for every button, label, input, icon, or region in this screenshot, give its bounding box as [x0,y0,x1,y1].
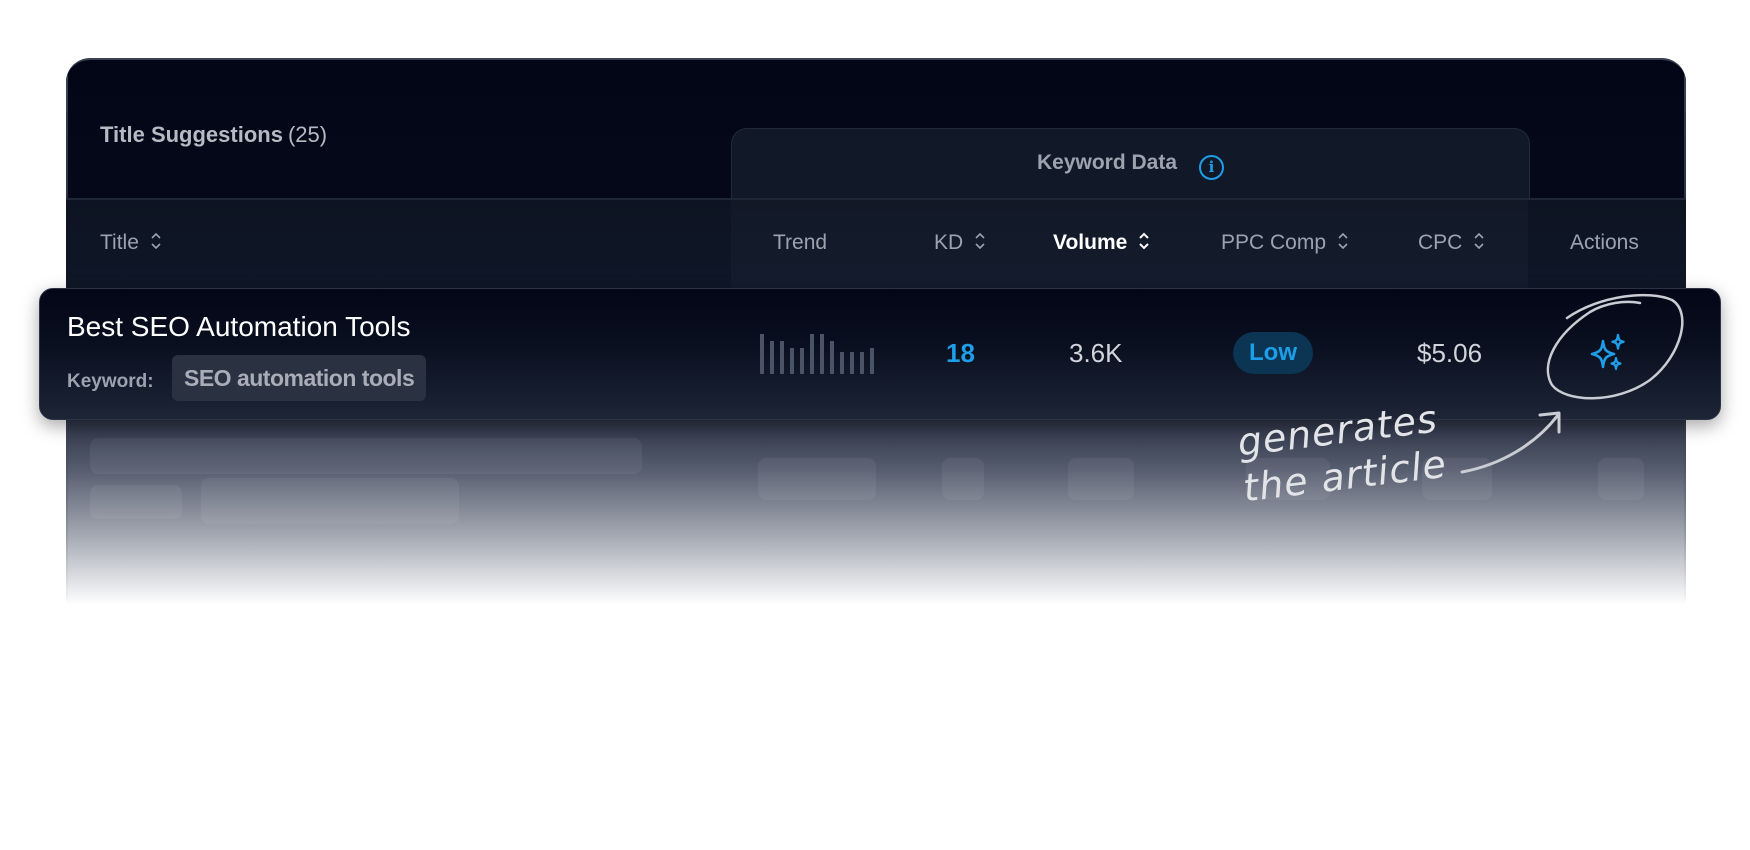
column-volume-label: Volume [1053,231,1128,254]
column-header-trend: Trend [773,231,827,255]
column-cpc-label: CPC [1418,231,1463,254]
column-header-volume[interactable]: Volume [1053,231,1150,255]
trend-bar [870,348,874,374]
kd-value: 18 [946,338,975,368]
keyword-data-label: Keyword Data [1036,151,1178,174]
sort-icon[interactable] [151,232,161,250]
sparkles-icon [1590,333,1625,371]
table-header: Title Trend KD Volume PPC Comp CPC Actio… [66,198,1686,294]
column-header-kd[interactable]: KD [934,231,985,255]
suggestion-count: (25) [287,122,328,147]
trend-bar [830,341,834,374]
trend-bar [770,341,774,374]
table-row[interactable]: Best SEO Automation Tools Keyword: SEO a… [39,288,1721,420]
trend-bar [860,352,864,374]
sort-icon[interactable] [1474,232,1484,250]
keyword-label: Keyword: [67,371,154,392]
section-title-text: Title Suggestions [100,122,283,147]
column-header-title[interactable]: Title [100,231,161,255]
column-header-ppc-comp[interactable]: PPC Comp [1221,231,1348,255]
skeleton-action [1598,458,1644,500]
ppc-comp-badge: Low [1233,332,1313,374]
trend-bar [840,352,844,374]
section-title: Title Suggestions (25) [100,122,327,148]
generate-article-button[interactable] [1585,329,1635,379]
keyword-chip: SEO automation tools [172,355,427,401]
row-title: Best SEO Automation Tools [67,311,411,342]
trend-bar [760,334,764,374]
column-actions-label: Actions [1570,231,1639,254]
trend-sparkline [760,334,874,374]
sort-icon[interactable] [975,232,985,250]
trend-bar [780,341,784,374]
trend-bar [800,348,804,374]
skeleton-title [90,438,642,474]
info-icon[interactable]: i [1199,155,1225,180]
skeleton-volume [1068,458,1134,500]
column-kd-label: KD [934,231,964,254]
skeleton-kd [942,458,984,500]
trend-bar [820,334,824,374]
skeleton-trend [758,458,876,500]
column-ppc-comp-label: PPC Comp [1221,231,1327,254]
sort-icon-active[interactable] [1139,232,1150,250]
skeleton-keyword-label [90,485,182,519]
column-title-label: Title [100,231,139,254]
keyword-data-panel: Keyword Data i [731,128,1530,201]
trend-bar [790,348,794,374]
skeleton-keyword-chip [201,478,459,524]
volume-value: 3.6K [1069,338,1123,368]
column-trend-label: Trend [773,231,828,254]
sort-icon[interactable] [1338,232,1348,250]
keyword-data-header: Keyword Data i [732,151,1529,180]
cpc-value: $5.06 [1417,338,1483,368]
column-header-actions: Actions [1570,231,1639,255]
trend-bar [810,334,814,374]
column-header-cpc[interactable]: CPC [1418,231,1484,255]
trend-bar [850,352,854,374]
